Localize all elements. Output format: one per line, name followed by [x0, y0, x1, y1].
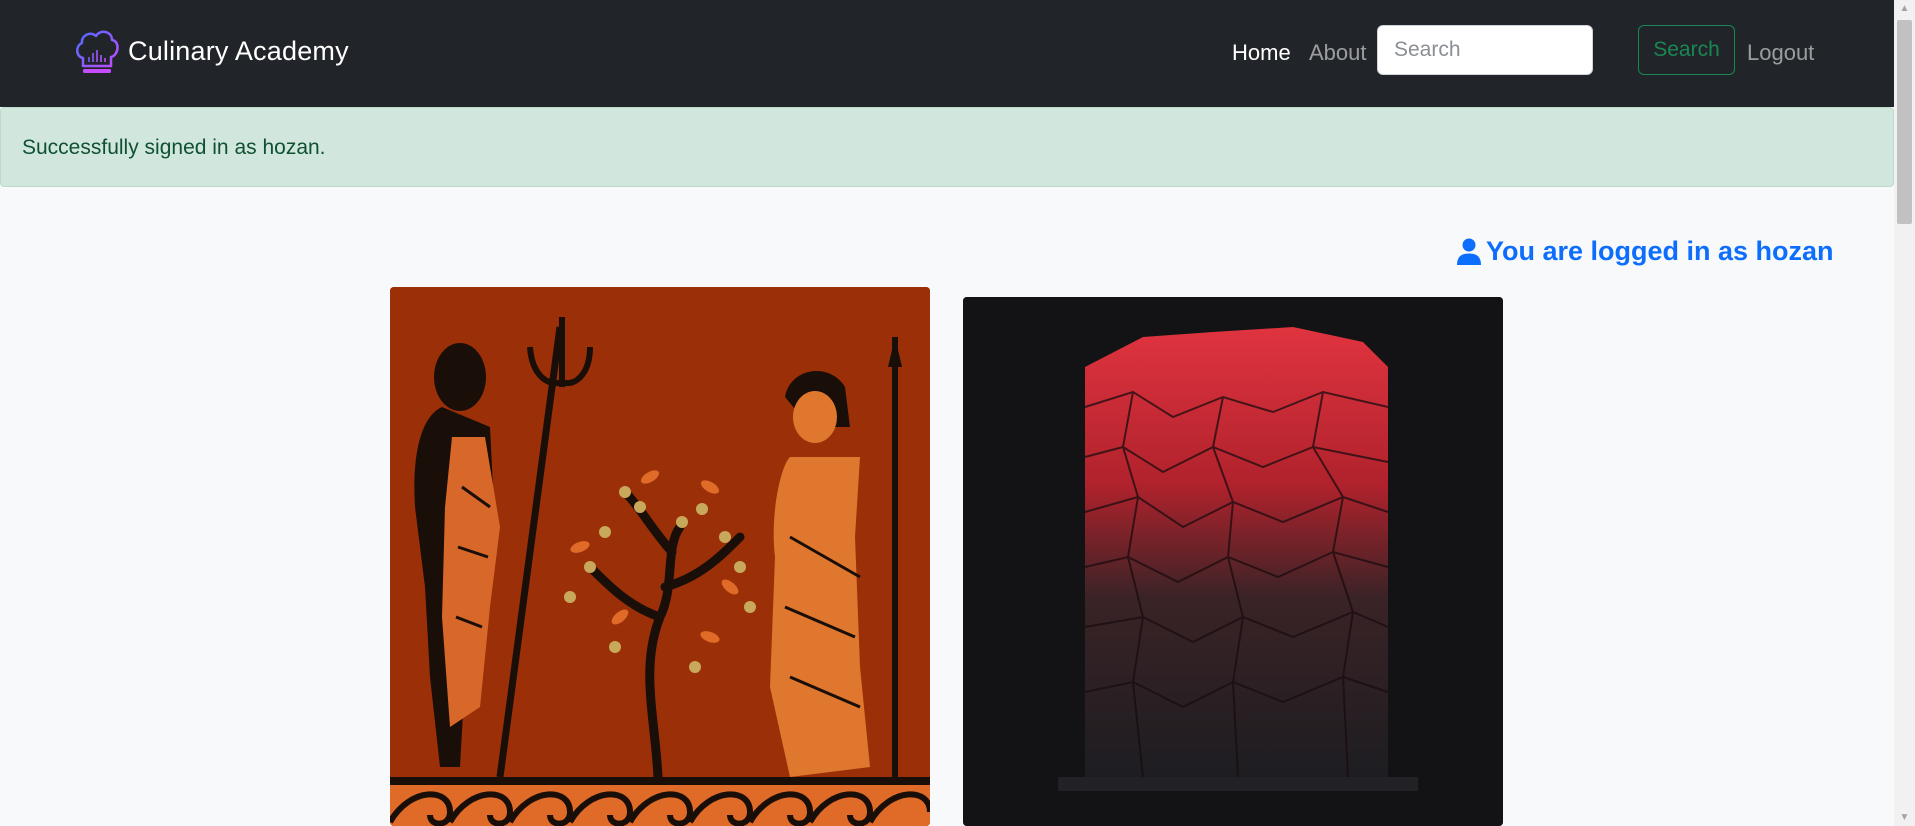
scroll-down-arrow-icon[interactable]: ▼: [1894, 809, 1915, 826]
nav-link-home[interactable]: Home: [1232, 40, 1291, 66]
brand-name: Culinary Academy: [128, 35, 349, 66]
navbar: Culinary Academy Home About Search Logou…: [0, 0, 1894, 107]
recipe-card-image-greek-vase[interactable]: [390, 287, 930, 826]
success-alert: Successfully signed in as hozan.: [0, 107, 1894, 187]
search-input[interactable]: [1377, 25, 1593, 75]
chef-hat-icon: [76, 30, 119, 73]
page-scrollbar[interactable]: ▲ ▼: [1894, 0, 1915, 826]
logged-in-status: You are logged in as hozan: [1456, 236, 1834, 267]
scroll-thumb[interactable]: [1897, 20, 1912, 224]
nav-link-logout[interactable]: Logout: [1747, 40, 1814, 66]
scroll-up-arrow-icon[interactable]: ▲: [1894, 0, 1915, 17]
alert-message: Successfully signed in as hozan.: [22, 136, 326, 159]
user-icon: [1457, 238, 1481, 265]
red-cake-image: [963, 297, 1503, 826]
recipe-card-image-red-cake[interactable]: [963, 297, 1503, 826]
brand-link[interactable]: Culinary Academy: [74, 26, 349, 76]
nav-link-about[interactable]: About: [1309, 40, 1367, 66]
greek-vase-image: [390, 287, 930, 826]
logged-in-text: You are logged in as hozan: [1486, 236, 1834, 266]
search-button[interactable]: Search: [1638, 25, 1735, 75]
